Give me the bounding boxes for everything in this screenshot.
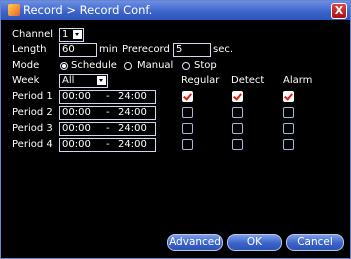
mode-schedule-radio[interactable] <box>60 62 68 70</box>
period-1-separator: - <box>106 91 110 102</box>
period-3-alarm-checkbox[interactable] <box>283 123 294 134</box>
alarm-column-header: Alarm <box>283 75 313 86</box>
period-4-time-range[interactable]: 00:00 - 24:00 <box>59 138 156 152</box>
close-button[interactable]: X <box>331 3 347 19</box>
period-2-separator: - <box>106 107 110 118</box>
period-1-end: 24:00 <box>118 91 147 102</box>
title-bar: Record > Record Conf. X <box>1 1 350 20</box>
length-label: Length <box>12 44 47 55</box>
window-title: Record > Record Conf. <box>23 3 153 17</box>
week-label: Week <box>12 75 40 86</box>
week-select[interactable]: All <box>59 74 108 88</box>
regular-column-header: Regular <box>181 75 220 86</box>
period-3-regular-checkbox[interactable] <box>182 123 193 134</box>
period-4-separator: - <box>106 139 110 150</box>
prerecord-unit: sec. <box>213 44 234 55</box>
mode-stop-label: Stop <box>194 60 217 71</box>
period-3-detect-checkbox[interactable] <box>232 123 243 134</box>
period-4-label: Period 4 <box>12 139 53 150</box>
period-3-start: 00:00 <box>62 123 91 134</box>
record-app-icon <box>8 4 20 16</box>
period-2-end: 24:00 <box>118 107 147 118</box>
period-3-time-range[interactable]: 00:00 - 24:00 <box>59 122 156 136</box>
period-2-time-range[interactable]: 00:00 - 24:00 <box>59 106 156 120</box>
length-input[interactable]: 60 <box>59 43 97 57</box>
period-2-detect-checkbox[interactable] <box>232 107 243 118</box>
chevron-down-icon <box>73 30 82 39</box>
period-2-start: 00:00 <box>62 107 91 118</box>
prerecord-input[interactable]: 5 <box>173 43 211 57</box>
period-3-end: 24:00 <box>118 123 147 134</box>
period-1-detect-checkbox[interactable] <box>232 91 243 102</box>
mode-manual-label: Manual <box>137 60 174 71</box>
period-1-time-range[interactable]: 00:00 - 24:00 <box>59 90 156 104</box>
detect-column-header: Detect <box>231 75 265 86</box>
advanced-button[interactable]: Advanced <box>167 234 223 251</box>
period-3-separator: - <box>106 123 110 134</box>
period-2-label: Period 2 <box>12 107 53 118</box>
channel-select[interactable]: 1 <box>59 28 84 42</box>
period-1-regular-checkbox[interactable] <box>182 91 193 102</box>
period-1-start: 00:00 <box>62 91 91 102</box>
period-1-alarm-checkbox[interactable] <box>283 91 294 102</box>
period-4-alarm-checkbox[interactable] <box>283 139 294 150</box>
week-value: All <box>62 75 75 86</box>
period-1-label: Period 1 <box>12 91 53 102</box>
record-config-window: Record > Record Conf. X Channel 1 Length… <box>0 0 351 259</box>
channel-value: 1 <box>62 29 69 40</box>
mode-schedule-label: Schedule <box>71 60 117 71</box>
prerecord-label: Prerecord <box>122 44 170 55</box>
channel-label: Channel <box>12 29 54 40</box>
chevron-down-icon <box>97 76 106 85</box>
period-3-label: Period 3 <box>12 123 53 134</box>
ok-button[interactable]: OK <box>227 234 282 251</box>
period-4-regular-checkbox[interactable] <box>182 139 193 150</box>
period-2-regular-checkbox[interactable] <box>182 107 193 118</box>
period-2-alarm-checkbox[interactable] <box>283 107 294 118</box>
period-4-end: 24:00 <box>118 139 147 150</box>
mode-label: Mode <box>12 60 40 71</box>
period-4-detect-checkbox[interactable] <box>232 139 243 150</box>
mode-manual-radio[interactable] <box>124 62 132 70</box>
cancel-button[interactable]: Cancel <box>286 234 344 251</box>
length-unit: min <box>99 44 118 55</box>
mode-stop-radio[interactable] <box>182 62 190 70</box>
period-4-start: 00:00 <box>62 139 91 150</box>
